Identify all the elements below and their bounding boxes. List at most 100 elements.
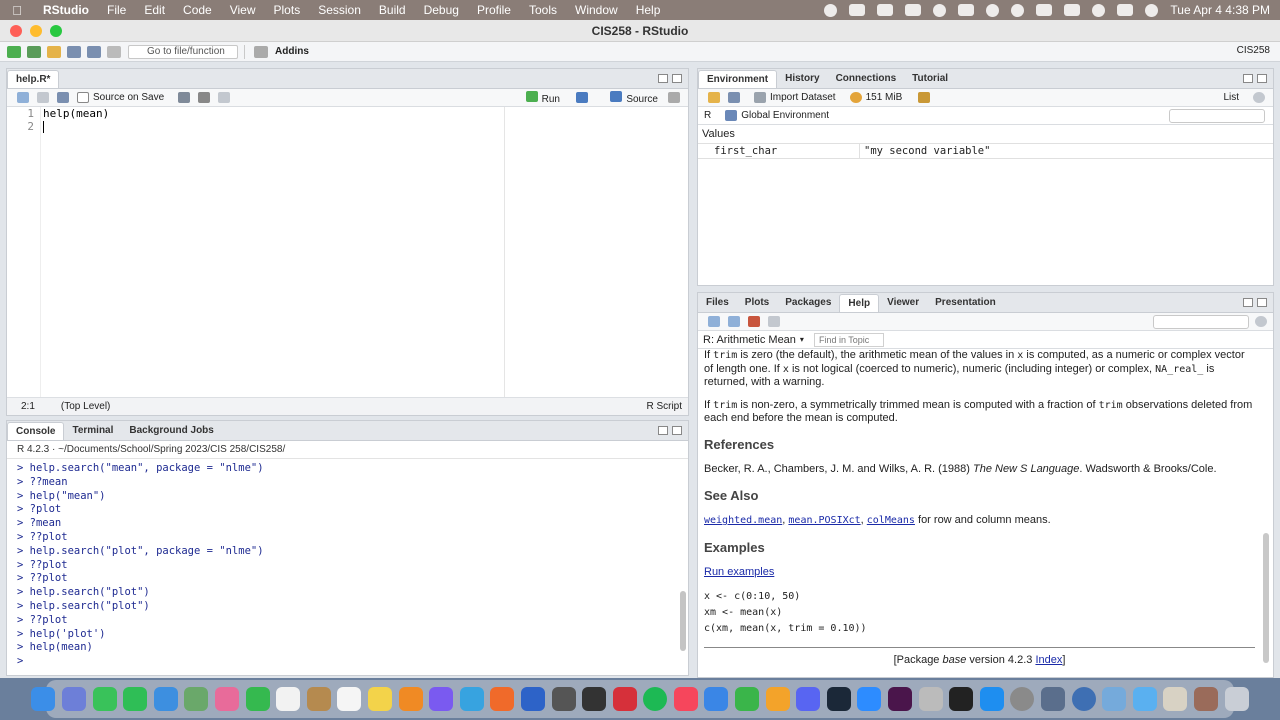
tab-help[interactable]: Help: [839, 294, 880, 312]
mu-editor-icon[interactable]: [520, 687, 545, 711]
play-icon[interactable]: [1011, 3, 1025, 17]
preview-icon[interactable]: [1041, 687, 1066, 711]
tab-plots[interactable]: Plots: [737, 294, 777, 312]
goto-file-input[interactable]: Go to file/function: [128, 44, 238, 59]
rerun-icon[interactable]: [576, 92, 588, 103]
music-icon[interactable]: [673, 687, 698, 711]
help-home-icon[interactable]: [748, 316, 760, 327]
whatsapp-icon[interactable]: [123, 687, 148, 711]
downloads-folder-icon[interactable]: [1132, 687, 1157, 711]
notes-folder-icon[interactable]: [306, 687, 331, 711]
tab-packages[interactable]: Packages: [777, 294, 839, 312]
open-file-icon[interactable]: [47, 45, 61, 58]
flag-icon[interactable]: [1036, 4, 1053, 16]
help-search-input[interactable]: [1153, 315, 1249, 329]
maximize-window-button[interactable]: [50, 25, 62, 37]
trash-icon[interactable]: [1224, 687, 1249, 711]
environment-search-input[interactable]: [1169, 109, 1265, 123]
tab-presentation[interactable]: Presentation: [927, 294, 1004, 312]
minimize-pane-icon[interactable]: [1243, 74, 1253, 83]
save-file-icon[interactable]: [57, 92, 69, 103]
menu-code[interactable]: Code: [174, 3, 221, 17]
numbers-icon[interactable]: [735, 687, 760, 711]
save-all-icon[interactable]: [87, 45, 101, 58]
index-link[interactable]: Index: [1035, 654, 1062, 666]
help-back-icon[interactable]: [708, 316, 720, 327]
menu-app[interactable]: RStudio: [34, 3, 98, 17]
code-line[interactable]: [43, 120, 502, 133]
find-in-topic-input[interactable]: Find in Topic: [813, 332, 884, 347]
stack-icon[interactable]: [1163, 687, 1188, 711]
audio-app-icon[interactable]: [551, 687, 576, 711]
minimize-pane-icon[interactable]: [658, 74, 668, 83]
save-icon[interactable]: [67, 45, 81, 58]
show-in-window-icon[interactable]: [37, 92, 49, 103]
slack-icon[interactable]: [888, 687, 913, 711]
minimize-pane-icon[interactable]: [658, 426, 668, 435]
menu-session[interactable]: Session: [309, 3, 370, 17]
tab-tutorial[interactable]: Tutorial: [904, 70, 956, 88]
save-workspace-icon[interactable]: [728, 92, 740, 103]
scope-selector[interactable]: Global Environment: [741, 110, 829, 121]
spotlight-icon[interactable]: [1092, 3, 1106, 17]
console-prompt[interactable]: >: [17, 655, 688, 669]
console-scrollbar[interactable]: [680, 591, 686, 651]
reminders-icon[interactable]: [337, 687, 362, 711]
rstudio-icon[interactable]: [1102, 687, 1127, 711]
photos-icon[interactable]: [214, 687, 239, 711]
control-center-icon[interactable]: [1117, 4, 1134, 16]
menu-plots[interactable]: Plots: [265, 3, 310, 17]
help-forward-icon[interactable]: [728, 316, 740, 327]
launchpad-icon[interactable]: [62, 687, 87, 711]
tab-viewer[interactable]: Viewer: [879, 294, 927, 312]
tab-files[interactable]: Files: [698, 294, 737, 312]
working-directory[interactable]: ~/Documents/School/Spring 2023/CIS 258/C…: [58, 444, 285, 455]
tab-help-r[interactable]: help.R*: [7, 70, 60, 88]
menu-edit[interactable]: Edit: [135, 3, 174, 17]
run-button[interactable]: Run: [522, 90, 560, 105]
maximize-pane-icon[interactable]: [1257, 74, 1267, 83]
link-mean-posixct[interactable]: mean.POSIXct: [788, 515, 860, 526]
messenger-status-icon[interactable]: [849, 4, 866, 16]
finder-icon[interactable]: [31, 687, 56, 711]
maps-icon[interactable]: [184, 687, 209, 711]
app-store-icon[interactable]: [979, 687, 1004, 711]
tab-terminal[interactable]: Terminal: [64, 422, 121, 440]
minimize-pane-icon[interactable]: [1243, 298, 1253, 307]
maximize-pane-icon[interactable]: [672, 74, 682, 83]
link-colmeans[interactable]: colMeans: [867, 515, 915, 526]
code-line[interactable]: help(mean): [43, 107, 502, 120]
record-icon[interactable]: [824, 3, 838, 17]
app-status-icon[interactable]: [905, 4, 922, 16]
memory-usage[interactable]: 151 MiB: [866, 92, 903, 103]
spotify-icon[interactable]: [643, 687, 668, 711]
printer-icon[interactable]: [918, 687, 943, 711]
menu-debug[interactable]: Debug: [415, 3, 468, 17]
menu-build[interactable]: Build: [370, 3, 415, 17]
console-output[interactable]: > help.search("mean", package = "nlme") …: [7, 459, 688, 669]
code-tools-icon[interactable]: [198, 92, 211, 103]
search-icon[interactable]: [178, 92, 191, 103]
telegram-icon[interactable]: [459, 687, 484, 711]
menu-tools[interactable]: Tools: [520, 3, 566, 17]
project-menu[interactable]: CIS258: [1237, 45, 1270, 56]
discord-icon[interactable]: [796, 687, 821, 711]
time-machine-icon[interactable]: [986, 3, 1000, 17]
maximize-pane-icon[interactable]: [672, 426, 682, 435]
close-window-button[interactable]: [10, 25, 22, 37]
tab-console[interactable]: Console: [7, 422, 65, 440]
new-file-icon[interactable]: [7, 45, 21, 58]
github-icon[interactable]: [582, 687, 607, 711]
testflight-icon[interactable]: [704, 687, 729, 711]
menu-file[interactable]: File: [98, 3, 135, 17]
mail-icon[interactable]: [153, 687, 178, 711]
source-button[interactable]: Source: [606, 90, 658, 105]
recent-items-icon[interactable]: [1193, 687, 1218, 711]
run-examples-link[interactable]: Run examples: [704, 566, 774, 578]
badge-icon[interactable]: [933, 3, 947, 17]
view-mode-selector[interactable]: List: [1223, 92, 1239, 103]
notes-icon[interactable]: [367, 687, 392, 711]
import-dataset-button[interactable]: Import Dataset: [770, 92, 836, 103]
firefox-icon[interactable]: [490, 687, 515, 711]
facetime-icon[interactable]: [245, 687, 270, 711]
